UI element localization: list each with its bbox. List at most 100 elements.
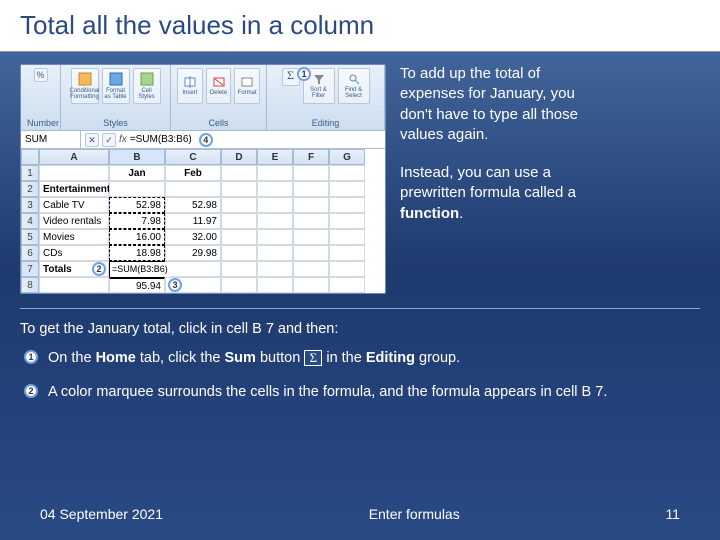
number-format-icon: % bbox=[34, 68, 48, 82]
cell bbox=[221, 245, 257, 261]
insert-icon: Insert bbox=[177, 68, 203, 104]
select-all-corner bbox=[21, 149, 39, 165]
cell bbox=[165, 261, 221, 277]
ribbon-label-styles: Styles bbox=[67, 116, 164, 128]
cell: Movies bbox=[39, 229, 109, 245]
cell bbox=[293, 165, 329, 181]
cell: 11.97 bbox=[165, 213, 221, 229]
cell: Entertainment bbox=[39, 181, 109, 197]
cell bbox=[221, 229, 257, 245]
lower-content: To get the January total, click in cell … bbox=[0, 319, 720, 402]
ribbon-group-styles: Conditional Formatting Format as Table C… bbox=[61, 65, 171, 130]
row-1: 1 bbox=[21, 165, 39, 181]
cell bbox=[39, 165, 109, 181]
step-2-text: A color marquee surrounds the cells in t… bbox=[48, 383, 607, 403]
ribbon: % Number Conditional Formatting Format a… bbox=[21, 65, 385, 131]
cell: 3 bbox=[165, 277, 221, 293]
cell bbox=[221, 165, 257, 181]
cell: Jan bbox=[109, 165, 165, 181]
formula-area: ✕ ✓ fx =SUM(B3:B6) 4 bbox=[81, 131, 385, 148]
step-2-number: 2 bbox=[24, 384, 38, 398]
row-3: 3 bbox=[21, 197, 39, 213]
cell: 52.98 bbox=[165, 197, 221, 213]
cell bbox=[109, 181, 165, 197]
row-8: 8 bbox=[21, 277, 39, 293]
formula-in-cell: =SUM(B3:B6) bbox=[110, 262, 170, 277]
side-paragraph-2: Instead, you can use a prewritten formul… bbox=[400, 163, 592, 224]
side-paragraph-1: To add up the total of expenses for Janu… bbox=[400, 64, 592, 145]
footer: 04 September 2021 Enter formulas 11 bbox=[0, 506, 720, 522]
cell: Video rentals bbox=[39, 213, 109, 229]
formula-bar: SUM ✕ ✓ fx =SUM(B3:B6) 4 bbox=[21, 131, 385, 149]
cell bbox=[293, 181, 329, 197]
cell: 32.00 bbox=[165, 229, 221, 245]
slide-title-bar: Total all the values in a column bbox=[0, 0, 720, 52]
row-4: 4 bbox=[21, 213, 39, 229]
worksheet: A B C D E F G 1 Jan Feb 2 Entertainment … bbox=[21, 149, 385, 293]
formula-text: =SUM(B3:B6) bbox=[130, 134, 192, 145]
enter-icon: ✓ bbox=[102, 133, 116, 147]
col-a: A bbox=[39, 149, 109, 165]
footer-date: 04 September 2021 bbox=[40, 506, 163, 522]
cell bbox=[257, 245, 293, 261]
cell bbox=[329, 277, 365, 293]
step-1-text: On the Home tab, click the Sum button Σ … bbox=[48, 349, 460, 369]
cancel-icon: ✕ bbox=[85, 133, 99, 147]
cell bbox=[221, 181, 257, 197]
slide-title: Total all the values in a column bbox=[20, 10, 700, 41]
cell: 95.94 bbox=[109, 277, 165, 293]
col-g: G bbox=[329, 149, 365, 165]
ribbon-label-number: Number bbox=[27, 116, 54, 128]
callout-4: 4 bbox=[199, 133, 213, 147]
col-e: E bbox=[257, 149, 293, 165]
cell bbox=[329, 213, 365, 229]
footer-page: 11 bbox=[665, 506, 680, 522]
cell: Feb bbox=[165, 165, 221, 181]
cell bbox=[293, 245, 329, 261]
divider bbox=[20, 308, 700, 309]
cell: 29.98 bbox=[165, 245, 221, 261]
step-1-number: 1 bbox=[24, 350, 38, 364]
cell bbox=[329, 261, 365, 277]
cell bbox=[293, 197, 329, 213]
cell bbox=[329, 197, 365, 213]
sigma-inline-icon: Σ bbox=[304, 350, 322, 366]
cell bbox=[257, 229, 293, 245]
cell bbox=[257, 165, 293, 181]
callout-2: 2 bbox=[92, 262, 106, 276]
cell-text: Totals bbox=[43, 264, 72, 275]
name-box: SUM bbox=[21, 131, 81, 148]
row-5: 5 bbox=[21, 229, 39, 245]
excel-screenshot: % Number Conditional Formatting Format a… bbox=[20, 64, 386, 294]
ribbon-group-number: % Number bbox=[21, 65, 61, 130]
cell bbox=[293, 213, 329, 229]
cell-value: 95.94 bbox=[136, 281, 161, 292]
footer-center: Enter formulas bbox=[369, 506, 460, 522]
ribbon-label-cells: Cells bbox=[177, 116, 260, 128]
cell bbox=[221, 213, 257, 229]
cell bbox=[221, 261, 257, 277]
col-c: C bbox=[165, 149, 221, 165]
format-icon: Format bbox=[234, 68, 260, 104]
callout-1: 1 bbox=[297, 67, 311, 81]
cell bbox=[39, 277, 109, 293]
cell bbox=[257, 261, 293, 277]
fx-icon: fx bbox=[119, 134, 127, 145]
cell bbox=[329, 181, 365, 197]
col-b: B bbox=[109, 149, 165, 165]
ribbon-label-editing: Editing bbox=[273, 116, 378, 128]
col-d: D bbox=[221, 149, 257, 165]
side-text: To add up the total of expenses for Janu… bbox=[400, 64, 592, 294]
upper-content: % Number Conditional Formatting Format a… bbox=[0, 52, 720, 304]
cell bbox=[257, 213, 293, 229]
cell-marquee: 52.98 bbox=[109, 197, 165, 213]
step-1: 1 On the Home tab, click the Sum button … bbox=[20, 349, 700, 369]
ribbon-group-cells: Insert Delete Format Cells bbox=[171, 65, 267, 130]
delete-icon: Delete bbox=[206, 68, 232, 104]
step-2: 2 A color marquee surrounds the cells in… bbox=[20, 383, 700, 403]
cell bbox=[329, 245, 365, 261]
cell bbox=[257, 181, 293, 197]
cell bbox=[329, 229, 365, 245]
cell bbox=[257, 277, 293, 293]
lower-intro: To get the January total, click in cell … bbox=[20, 321, 700, 337]
